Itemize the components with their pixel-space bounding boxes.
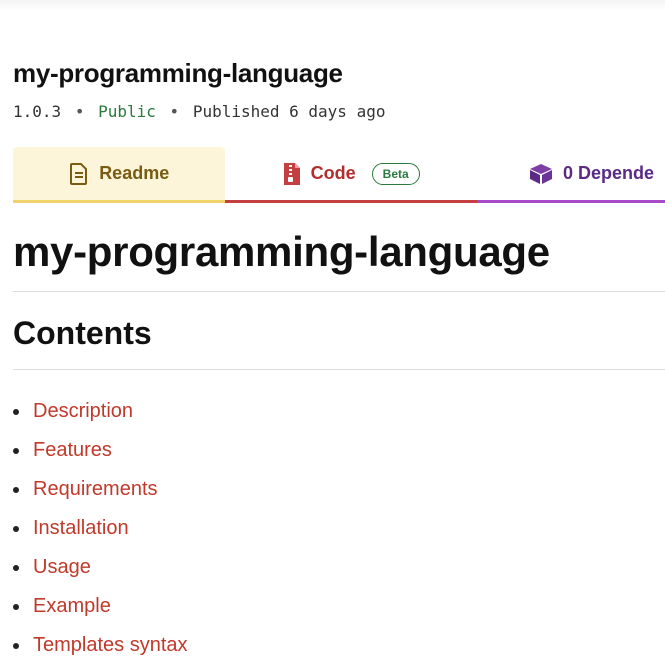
- package-title: my-programming-language: [13, 58, 343, 88]
- readme-heading: my-programming-language: [13, 228, 550, 275]
- meta-separator: •: [169, 102, 180, 121]
- list-item: Templates syntax: [13, 626, 188, 665]
- package-version: 1.0.3: [13, 102, 62, 121]
- file-text-icon: [69, 162, 89, 185]
- package-tabs: Readme Code Beta 0 Depende: [13, 147, 665, 205]
- bullet: [13, 408, 19, 415]
- published-date: Published 6 days ago: [192, 102, 386, 121]
- bullet: [13, 603, 19, 610]
- tab-dependencies[interactable]: 0 Depende: [476, 147, 665, 203]
- list-item: Example: [13, 587, 188, 626]
- bullet: [13, 447, 19, 454]
- toc-link-description[interactable]: Description: [33, 400, 133, 423]
- bullet: [13, 642, 19, 649]
- contents-heading: Contents: [13, 315, 152, 351]
- toc-link-installation[interactable]: Installation: [33, 517, 129, 540]
- divider: [13, 369, 665, 370]
- divider: [13, 291, 665, 292]
- tab-readme-label: Readme: [99, 163, 170, 183]
- list-item: Description: [13, 392, 188, 431]
- cube-icon: [529, 163, 553, 185]
- bullet: [13, 486, 19, 493]
- toc-link-example[interactable]: Example: [33, 595, 111, 618]
- tab-code[interactable]: Code Beta: [225, 147, 477, 203]
- list-item: Installation: [13, 509, 188, 548]
- tab-dependencies-label: 0 Depende: [562, 163, 654, 183]
- beta-badge: Beta: [371, 162, 420, 185]
- table-of-contents: Description Features Requirements Instal…: [13, 392, 188, 665]
- list-item: Features: [13, 431, 188, 470]
- toc-link-requirements[interactable]: Requirements: [33, 478, 158, 501]
- tab-code-label: Code: [310, 163, 356, 183]
- top-shadow: [0, 0, 665, 10]
- npm-package-page: my-programming-language 1.0.3 • Public •…: [0, 0, 665, 665]
- package-meta: 1.0.3 • Public • Published 6 days ago: [13, 102, 385, 121]
- toc-link-usage[interactable]: Usage: [33, 556, 91, 579]
- toc-link-features[interactable]: Features: [33, 439, 112, 462]
- list-item: Usage: [13, 548, 188, 587]
- meta-separator: •: [74, 102, 85, 121]
- toc-link-templates-syntax[interactable]: Templates syntax: [33, 634, 188, 657]
- zip-file-icon: [283, 162, 301, 186]
- bullet: [13, 525, 19, 532]
- tab-readme[interactable]: Readme: [13, 147, 226, 203]
- list-item: Requirements: [13, 470, 188, 509]
- bullet: [13, 564, 19, 571]
- visibility-label: Public: [98, 102, 156, 121]
